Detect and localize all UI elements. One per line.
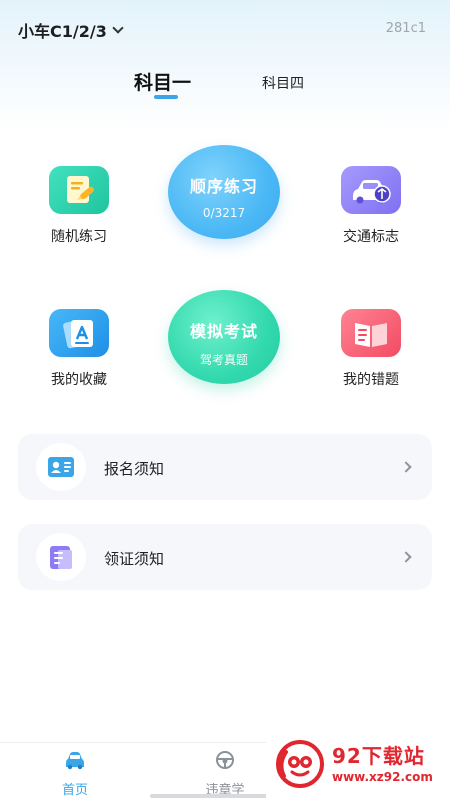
my-mistakes-button[interactable]: 我的错题 xyxy=(316,309,426,389)
license-type-selector[interactable]: 小车C1/2/3 xyxy=(18,18,124,42)
traffic-signs-button[interactable]: 交通标志 xyxy=(316,166,426,246)
sequential-practice-button[interactable]: 顺序练习 0/3217 xyxy=(168,145,280,239)
random-practice-label: 随机练习 xyxy=(51,229,107,245)
id-card-icon xyxy=(36,443,86,491)
nav-home-label: 首页 xyxy=(61,783,88,798)
nav-home[interactable]: 首页 xyxy=(10,743,140,800)
monkey-logo-icon xyxy=(276,740,324,788)
mock-exam-title: 模拟考试 xyxy=(189,322,258,341)
header: 小车C1/2/3 281c1 xyxy=(0,0,450,60)
tab-subject-one[interactable]: 科目一 xyxy=(134,68,191,95)
document-icon xyxy=(36,533,86,581)
chevron-right-icon xyxy=(400,461,412,473)
sequential-practice-progress: 0/3217 xyxy=(202,206,246,220)
active-tab-indicator xyxy=(154,95,178,99)
watermark-title: 92下载站 xyxy=(332,744,425,768)
traffic-signs-label: 交通标志 xyxy=(343,229,399,245)
license-pickup-notice-label: 领证须知 xyxy=(104,550,165,568)
registration-notice-card[interactable]: 报名须知 xyxy=(18,434,432,500)
license-pickup-notice-card[interactable]: 领证须知 xyxy=(18,524,432,590)
steering-wheel-icon xyxy=(216,751,234,769)
watermark-url: www.xz92.com xyxy=(332,770,433,784)
license-type-label: 小车C1/2/3 xyxy=(18,22,107,41)
registration-notice-label: 报名须知 xyxy=(104,460,165,478)
watermark: 92下载站 www.xz92.com xyxy=(266,722,450,800)
car-sign-icon xyxy=(341,166,401,214)
chevron-right-icon xyxy=(400,551,412,563)
tab-subject-four[interactable]: 科目四 xyxy=(262,73,304,93)
open-book-icon xyxy=(341,309,401,357)
collection-cards-icon xyxy=(49,309,109,357)
subject-tabs: 科目一 科目四 xyxy=(0,64,450,104)
car-icon xyxy=(66,752,84,770)
chevron-down-icon xyxy=(112,22,124,34)
notepad-pencil-icon xyxy=(49,166,109,214)
mock-exam-button[interactable]: 模拟考试 驾考真题 xyxy=(168,290,280,384)
header-code: 281c1 xyxy=(385,21,426,36)
random-practice-button[interactable]: 随机练习 xyxy=(24,166,134,246)
sequential-practice-title: 顺序练习 xyxy=(189,177,258,196)
my-favorites-button[interactable]: 我的收藏 xyxy=(24,309,134,389)
mock-exam-subtitle: 驾考真题 xyxy=(199,353,248,367)
my-mistakes-label: 我的错题 xyxy=(343,372,399,388)
my-favorites-label: 我的收藏 xyxy=(51,372,107,388)
